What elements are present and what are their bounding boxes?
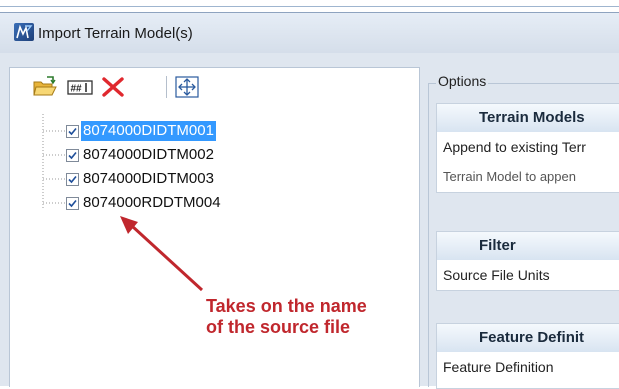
app-logo-icon <box>14 23 34 41</box>
checkmark-icon <box>68 151 77 160</box>
delete-button[interactable] <box>100 74 126 100</box>
options-label: Options <box>436 73 489 89</box>
options-group: Options Terrain Models Append to existin… <box>426 73 619 389</box>
delete-x-icon <box>102 77 124 97</box>
annotation-line-2: of the source file <box>206 317 351 337</box>
filter-header[interactable]: Filter <box>437 232 619 260</box>
svg-text:##: ## <box>71 84 83 95</box>
feature-definition-header[interactable]: Feature Definit <box>437 324 619 352</box>
checkmark-icon <box>68 175 77 184</box>
tree-item-label: 8074000DIDTM002 <box>83 146 214 163</box>
tree-connector-lines <box>42 114 66 210</box>
checkbox[interactable] <box>66 125 79 138</box>
checkbox[interactable] <box>66 149 79 162</box>
tree-item-label: 8074000DIDTM001 <box>81 121 216 141</box>
title-bar[interactable]: Import Terrain Model(s) <box>0 13 619 53</box>
open-folder-button[interactable] <box>32 74 58 100</box>
source-file-units-label[interactable]: Source File Units <box>437 260 619 290</box>
checkmark-icon <box>68 199 77 208</box>
annotation-line-1: Takes on the name <box>206 296 367 316</box>
background-strip <box>0 0 619 12</box>
grid-settings-button[interactable]: ## <box>66 74 93 100</box>
move-arrows-icon <box>175 76 199 98</box>
filter-panel: Filter Source File Units <box>436 231 619 291</box>
feature-definition-panel: Feature Definit Feature Definition <box>436 323 619 389</box>
append-to-existing-label[interactable]: Append to existing Terr <box>437 132 619 162</box>
checkbox[interactable] <box>66 173 79 186</box>
checkmark-icon <box>68 127 77 136</box>
annotation-text: Takes on the name of the source file <box>206 296 406 338</box>
fit-view-button[interactable] <box>174 74 200 100</box>
terrain-models-header[interactable]: Terrain Models <box>437 104 619 132</box>
background-line <box>0 6 619 7</box>
window-title: Import Terrain Model(s) <box>38 25 193 42</box>
checkbox[interactable] <box>66 197 79 210</box>
feature-definition-label[interactable]: Feature Definition <box>437 352 619 382</box>
import-terrain-dialog: Import Terrain Model(s) ## 8074000DIDTM0… <box>0 12 619 389</box>
terrain-model-to-append-label[interactable]: Terrain Model to appen <box>437 162 619 192</box>
hash-grid-icon: ## <box>67 80 93 95</box>
toolbar-separator <box>166 76 167 98</box>
folder-open-icon <box>33 76 57 96</box>
toolbar: ## <box>10 68 419 106</box>
tree-item-label: 8074000DIDTM003 <box>83 170 214 187</box>
terrain-models-panel: Terrain Models Append to existing Terr T… <box>436 103 619 193</box>
